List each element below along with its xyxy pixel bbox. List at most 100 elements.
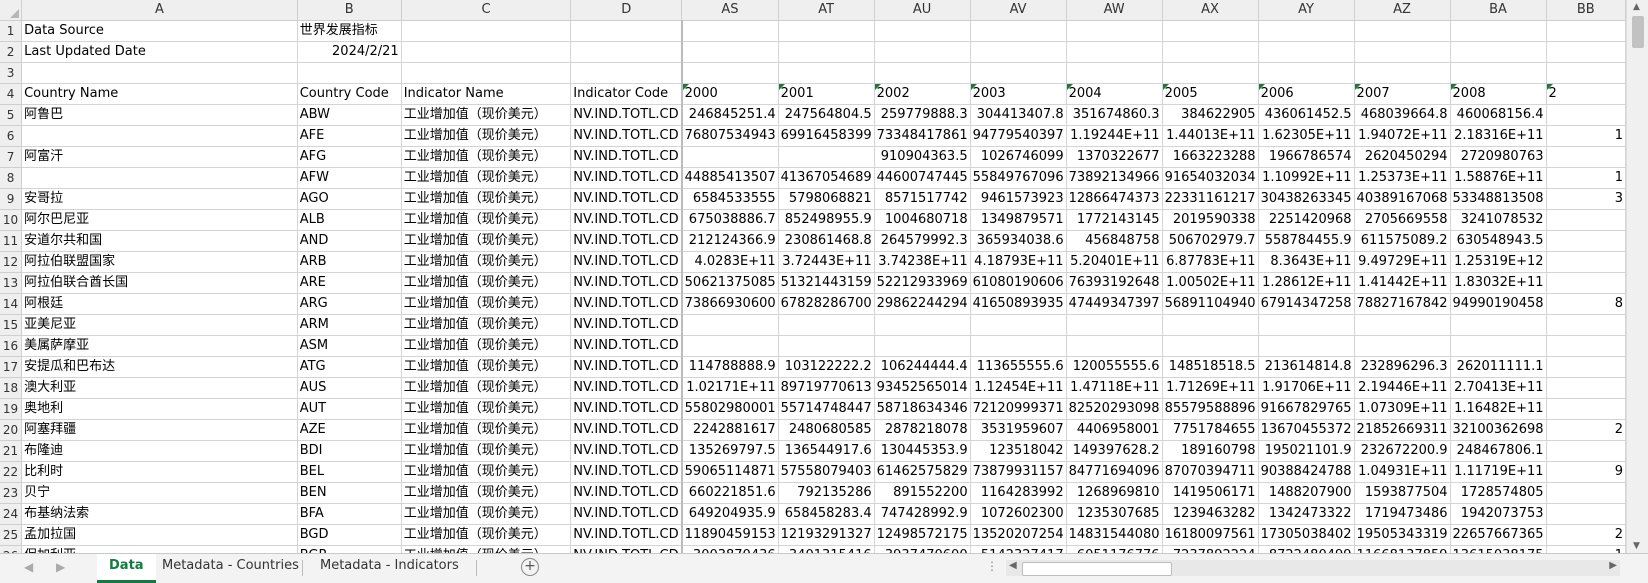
cell[interactable]: 93452565014: [874, 377, 971, 399]
scroll-up-icon[interactable]: ▲: [1633, 2, 1640, 12]
cell[interactable]: 1: [1546, 125, 1626, 147]
column-header[interactable]: AU: [874, 0, 971, 21]
cell[interactable]: 世界发展指标: [297, 20, 402, 42]
cell[interactable]: 1004680718: [874, 209, 971, 231]
cell[interactable]: [401, 62, 572, 84]
cell[interactable]: 13670455372: [1258, 419, 1355, 441]
cell[interactable]: 558784455.9: [1258, 230, 1355, 252]
cell[interactable]: 8571517742: [874, 188, 971, 210]
cell[interactable]: 2: [1546, 83, 1626, 105]
cell[interactable]: 384622905: [1162, 104, 1259, 126]
cell[interactable]: 1663223288: [1162, 146, 1259, 168]
cell[interactable]: 1.47118E+11: [1066, 377, 1163, 399]
cell[interactable]: 工业增加值（现价美元）: [401, 503, 572, 525]
cell[interactable]: 1719473486: [1354, 503, 1451, 525]
cell[interactable]: 56891104940: [1162, 293, 1259, 315]
cell[interactable]: 73879931157: [970, 461, 1067, 483]
cell[interactable]: [970, 20, 1067, 42]
cell[interactable]: NV.IND.TOTL.CD: [570, 503, 683, 525]
cell[interactable]: AND: [297, 230, 402, 252]
cell[interactable]: 1370322677: [1066, 146, 1163, 168]
cell[interactable]: [1450, 62, 1547, 84]
cell[interactable]: 工业增加值（现价美元）: [401, 230, 572, 252]
cell[interactable]: [778, 41, 875, 63]
cell[interactable]: [1354, 41, 1451, 63]
cell[interactable]: [1354, 62, 1451, 84]
cell[interactable]: [1258, 335, 1355, 357]
cell[interactable]: 4.18793E+11: [970, 251, 1067, 273]
cell[interactable]: 630548943.5: [1450, 230, 1547, 252]
cell[interactable]: 149397628.2: [1066, 440, 1163, 462]
cell[interactable]: 2003: [970, 83, 1067, 105]
cell[interactable]: 9: [1546, 461, 1626, 483]
cell[interactable]: [1162, 335, 1259, 357]
cell[interactable]: 2005: [1162, 83, 1259, 105]
cell[interactable]: 113655555.6: [970, 356, 1067, 378]
cell[interactable]: 72120999371: [970, 398, 1067, 420]
horizontal-scrollbar[interactable]: ◀ ▶: [1006, 560, 1620, 576]
cell[interactable]: 1342473322: [1258, 503, 1355, 525]
cell[interactable]: [21, 167, 298, 189]
cell[interactable]: NV.IND.TOTL.CD: [570, 125, 683, 147]
cell[interactable]: [297, 62, 402, 84]
cell[interactable]: BEL: [297, 461, 402, 483]
cell[interactable]: 44885413507: [680, 167, 779, 189]
cell[interactable]: 365934038.6: [970, 230, 1067, 252]
cell[interactable]: 工业增加值（现价美元）: [401, 272, 572, 294]
cell[interactable]: 123518042: [970, 440, 1067, 462]
cell[interactable]: 1164283992: [970, 482, 1067, 504]
cell[interactable]: 1.00502E+11: [1162, 272, 1259, 294]
spreadsheet-grid[interactable]: A B C D AS AT AU AV AW AX AY AZ BA BB 1 Data Source 世界发…: [0, 0, 1626, 553]
cell[interactable]: 2002: [874, 83, 971, 105]
cell[interactable]: 89719770613: [778, 377, 875, 399]
cell[interactable]: 57558079403: [778, 461, 875, 483]
cell[interactable]: [1450, 314, 1547, 336]
cell[interactable]: 3401315416: [778, 545, 875, 553]
cell[interactable]: 2: [1546, 419, 1626, 441]
row-header[interactable]: 16: [0, 335, 23, 357]
cell[interactable]: 1.10992E+11: [1258, 167, 1355, 189]
row-header[interactable]: 13: [0, 272, 23, 294]
cell[interactable]: 1349879571: [970, 209, 1067, 231]
cell[interactable]: 456848758: [1066, 230, 1163, 252]
cell[interactable]: NV.IND.TOTL.CD: [570, 356, 683, 378]
cell[interactable]: 11890459153: [680, 524, 779, 546]
cell[interactable]: BDI: [297, 440, 402, 462]
cell[interactable]: 41367054689: [778, 167, 875, 189]
cell[interactable]: 3: [1546, 188, 1626, 210]
cell[interactable]: [1546, 20, 1626, 42]
cell[interactable]: 69916458399: [778, 125, 875, 147]
cell[interactable]: 工业增加值（现价美元）: [401, 440, 572, 462]
cell[interactable]: [570, 41, 683, 63]
cell[interactable]: 87070394711: [1162, 461, 1259, 483]
cell[interactable]: 1.71269E+11: [1162, 377, 1259, 399]
cell[interactable]: [778, 314, 875, 336]
cell[interactable]: [680, 146, 779, 168]
cell[interactable]: 2006: [1258, 83, 1355, 105]
cell[interactable]: 8.3643E+11: [1258, 251, 1355, 273]
cell[interactable]: 1.02171E+11: [680, 377, 779, 399]
cell[interactable]: ARG: [297, 293, 402, 315]
vertical-scrollbar[interactable]: ▲ ▼: [1626, 0, 1648, 553]
cell[interactable]: 67828286700: [778, 293, 875, 315]
cell[interactable]: [1258, 314, 1355, 336]
cell[interactable]: [1450, 41, 1547, 63]
cell[interactable]: 44600747445: [874, 167, 971, 189]
cell[interactable]: Indicator Name: [401, 83, 572, 105]
cell[interactable]: 工业增加值（现价美元）: [401, 377, 572, 399]
cell[interactable]: AFG: [297, 146, 402, 168]
cell[interactable]: NV.IND.TOTL.CD: [570, 146, 683, 168]
cell[interactable]: 4.0283E+11: [680, 251, 779, 273]
cell[interactable]: NV.IND.TOTL.CD: [570, 251, 683, 273]
cell[interactable]: 工业增加值（现价美元）: [401, 188, 572, 210]
cell[interactable]: 1239463282: [1162, 503, 1259, 525]
cell[interactable]: [1546, 104, 1626, 126]
cell[interactable]: 1.91706E+11: [1258, 377, 1355, 399]
cell[interactable]: 工业增加值（现价美元）: [401, 461, 572, 483]
cell[interactable]: 5.20401E+11: [1066, 251, 1163, 273]
cell[interactable]: 工业增加值（现价美元）: [401, 209, 572, 231]
cell[interactable]: 3531959607: [970, 419, 1067, 441]
cell[interactable]: [1354, 20, 1451, 42]
cell[interactable]: 1.04931E+11: [1354, 461, 1451, 483]
row-header[interactable]: 10: [0, 209, 23, 231]
